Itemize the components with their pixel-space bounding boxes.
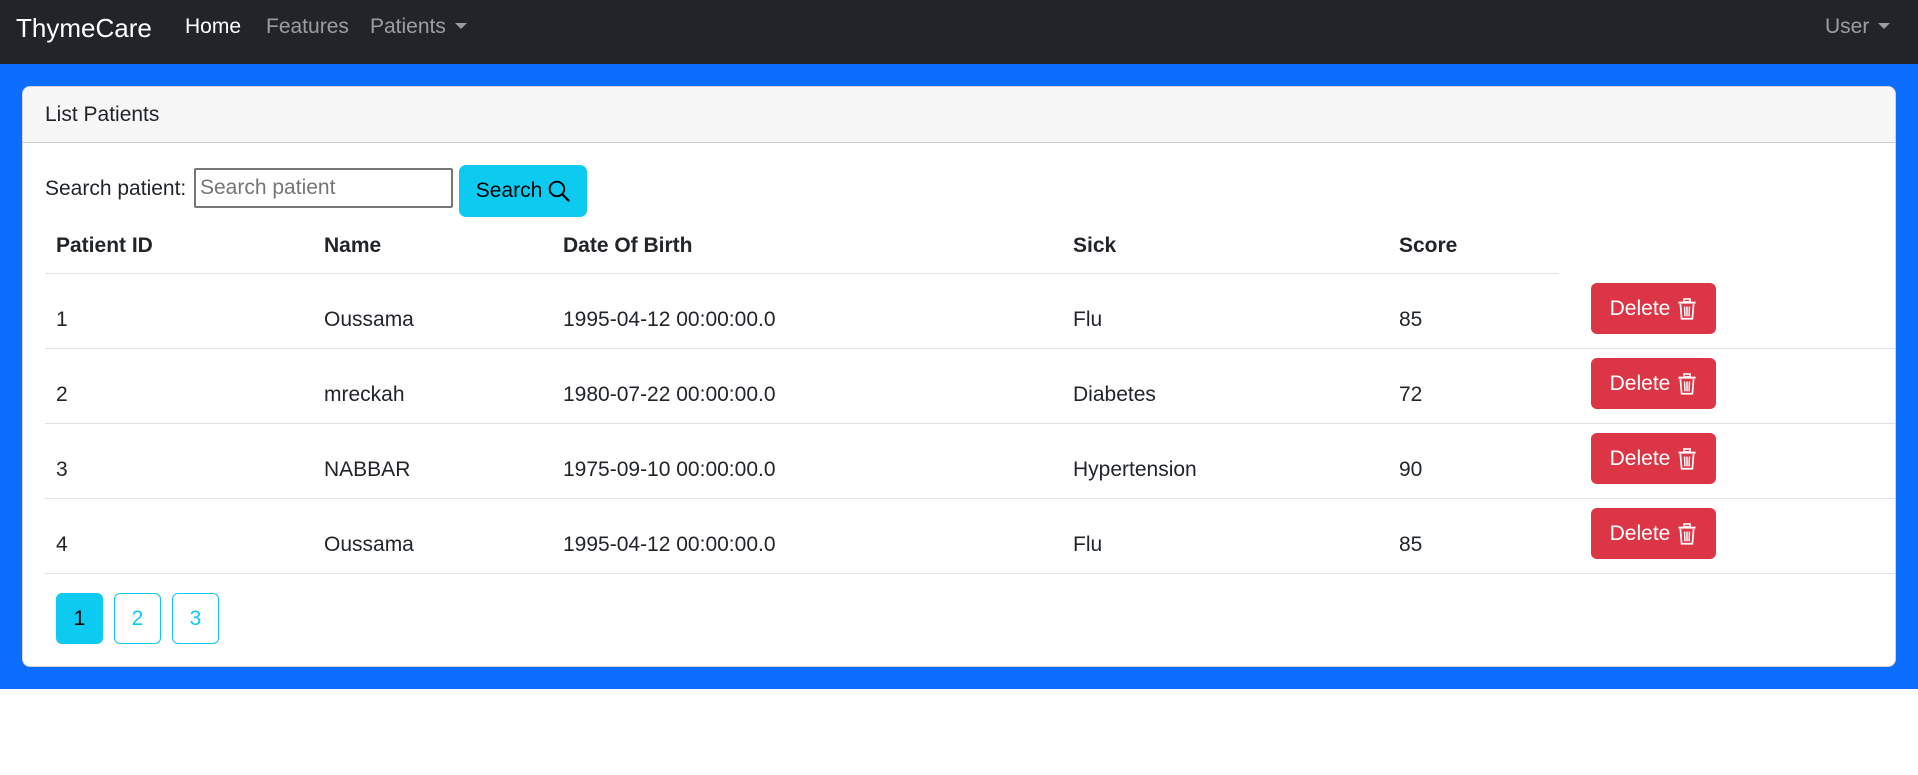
delete-button-label: Delete — [1609, 296, 1671, 320]
nav-home[interactable]: Home — [185, 14, 241, 40]
cell-name: Oussama — [324, 533, 414, 556]
delete-button-label: Delete — [1609, 521, 1671, 545]
cell-date-of-birth: 1980-07-22 00:00:00.0 — [563, 383, 776, 406]
cell-sick: Diabetes — [1073, 383, 1156, 406]
delete-button[interactable]: Delete — [1591, 283, 1716, 334]
cell-patient-id: 2 — [56, 383, 68, 406]
trash-icon — [1678, 522, 1696, 545]
cell-date-of-birth: 1975-09-10 00:00:00.0 — [563, 458, 776, 481]
card-header: List Patients — [23, 87, 1895, 143]
trash-icon — [1678, 447, 1696, 470]
delete-button[interactable]: Delete — [1591, 358, 1716, 409]
search-button[interactable]: Search — [459, 165, 587, 217]
search-input[interactable] — [194, 168, 453, 208]
search-button-label: Search — [475, 179, 543, 202]
chevron-down-icon — [1878, 23, 1891, 29]
page-button-3[interactable]: 3 — [172, 593, 219, 644]
page-button-1[interactable]: 1 — [56, 593, 103, 644]
top-navbar: ThymeCare Home Features Patients User — [0, 0, 1918, 64]
chevron-down-icon — [454, 23, 467, 29]
cell-name: mreckah — [324, 383, 405, 406]
nav-user-dropdown[interactable]: User — [1825, 14, 1891, 40]
table-row: 1 Oussama 1995-04-12 00:00:00.0 Flu 85 D… — [45, 273, 1895, 348]
cell-score: 85 — [1399, 308, 1423, 331]
search-label: Search patient: — [45, 177, 187, 200]
col-patient-id: Patient ID — [56, 234, 153, 257]
cell-sick: Flu — [1073, 533, 1103, 556]
search-icon — [548, 180, 570, 202]
patients-card: List Patients Search patient: Search Pat… — [22, 86, 1896, 667]
cell-date-of-birth: 1995-04-12 00:00:00.0 — [563, 308, 776, 331]
cell-patient-id: 1 — [56, 308, 68, 331]
delete-button-label: Delete — [1609, 446, 1671, 470]
cell-name: Oussama — [324, 308, 414, 331]
cell-patient-id: 3 — [56, 458, 68, 481]
cell-patient-id: 4 — [56, 533, 68, 556]
col-name: Name — [324, 234, 382, 257]
cell-score: 72 — [1399, 383, 1423, 406]
cell-score: 90 — [1399, 458, 1423, 481]
cell-name: NABBAR — [324, 458, 411, 481]
col-score: Score — [1399, 234, 1458, 257]
brand-logo[interactable]: ThymeCare — [16, 12, 152, 44]
nav-patients-label: Patients — [370, 15, 446, 38]
cell-date-of-birth: 1995-04-12 00:00:00.0 — [563, 533, 776, 556]
table-row: 3 NABBAR 1975-09-10 00:00:00.0 Hypertens… — [45, 423, 1895, 498]
col-sick: Sick — [1073, 234, 1117, 257]
nav-patients-dropdown[interactable]: Patients — [370, 14, 467, 40]
delete-button[interactable]: Delete — [1591, 508, 1716, 559]
nav-user-label: User — [1825, 15, 1870, 38]
cell-score: 85 — [1399, 533, 1423, 556]
page-button-2[interactable]: 2 — [114, 593, 161, 644]
nav-features[interactable]: Features — [266, 14, 349, 40]
delete-button[interactable]: Delete — [1591, 433, 1716, 484]
table-row: 2 mreckah 1980-07-22 00:00:00.0 Diabetes… — [45, 348, 1895, 423]
col-date-of-birth: Date Of Birth — [563, 234, 693, 257]
trash-icon — [1678, 297, 1696, 320]
table-row: 4 Oussama 1995-04-12 00:00:00.0 Flu 85 D… — [45, 498, 1895, 573]
delete-button-label: Delete — [1609, 371, 1671, 395]
cell-sick: Hypertension — [1073, 458, 1197, 481]
cell-sick: Flu — [1073, 308, 1103, 331]
row-divider — [45, 573, 1895, 574]
trash-icon — [1678, 372, 1696, 395]
